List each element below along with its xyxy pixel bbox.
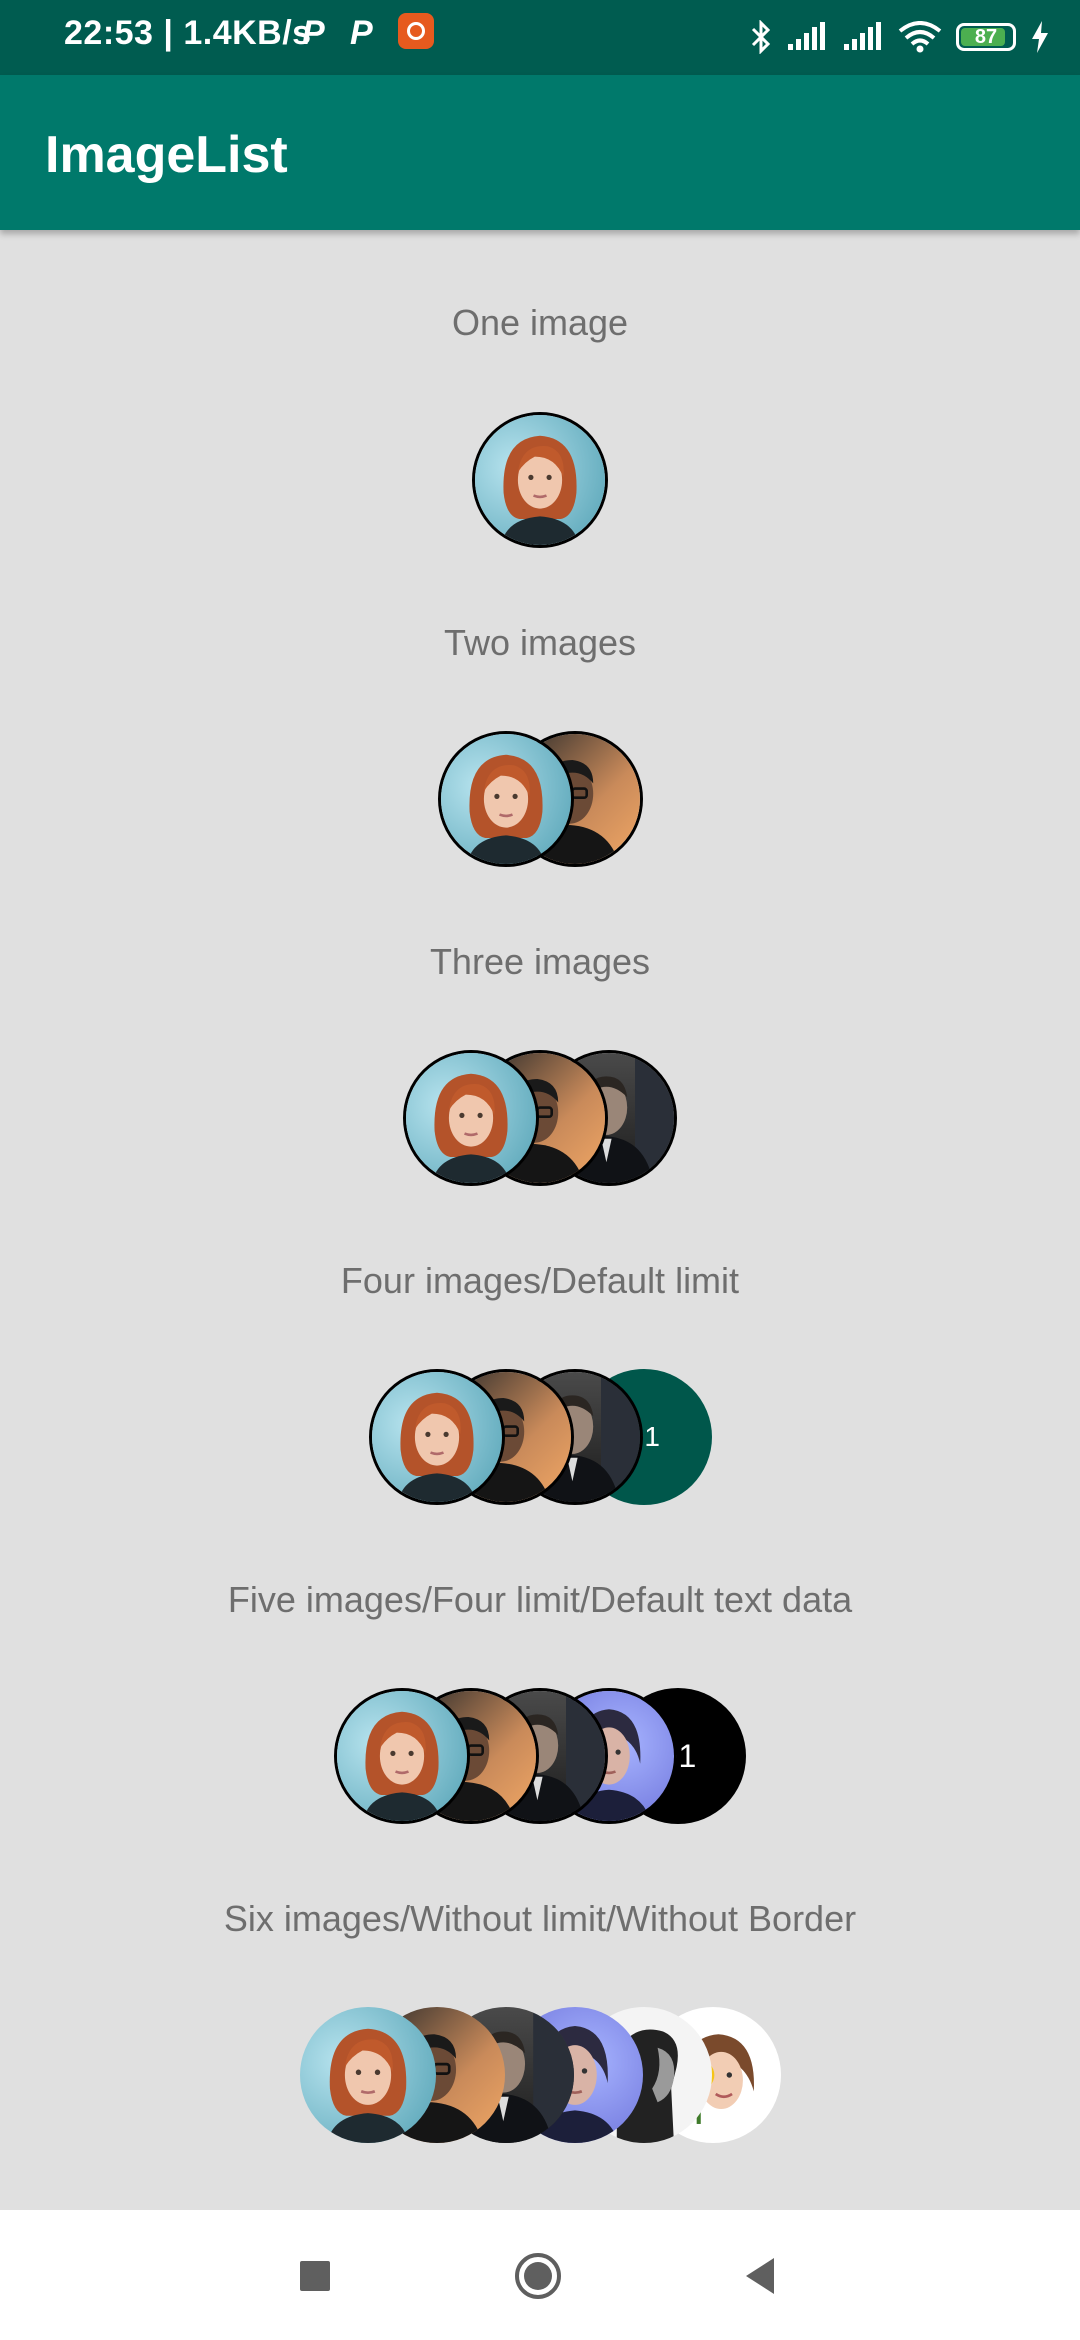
- parking-p-icon: P: [302, 14, 325, 52]
- avatar-redhead-woman: [369, 1369, 505, 1505]
- image-list-three: [0, 1050, 1080, 1190]
- section-label-five-images: Five images/Four limit/Default text data: [227, 1579, 853, 1620]
- navigation-bar: [0, 2210, 1080, 2340]
- section-label-three-images: Three images: [429, 941, 651, 982]
- battery-level: 87: [974, 25, 998, 48]
- image-list-two: [0, 731, 1080, 871]
- wifi-icon: [898, 21, 942, 53]
- home-circle-icon[interactable]: [514, 2252, 562, 2300]
- app-notification-icon: [398, 13, 434, 49]
- app-bar: ImageList: [0, 75, 1080, 230]
- section-label-four-images: Four images/Default limit: [340, 1260, 740, 1301]
- avatar-redhead-woman: [403, 1050, 539, 1186]
- section-label-one-image: One image: [451, 302, 629, 343]
- status-bar: 22:53 | 1.4KB/s P P 87: [0, 0, 1080, 75]
- battery-icon: 87: [956, 23, 1016, 51]
- image-list-six: [0, 2007, 1080, 2147]
- image-list-four: +1: [0, 1369, 1080, 1509]
- signal-icon: [788, 22, 825, 50]
- parking-p-icon: P: [350, 14, 373, 52]
- bluetooth-icon: [751, 20, 771, 54]
- signal-icon: [844, 22, 881, 50]
- section-label-six-images: Six images/Without limit/Without Border: [223, 1898, 857, 1939]
- status-time: 22:53 | 1.4KB/s: [64, 14, 312, 52]
- avatar-redhead-woman: [438, 731, 574, 867]
- recents-square-icon[interactable]: [291, 2252, 339, 2300]
- avatar-redhead-woman: [334, 1688, 470, 1824]
- avatar-redhead-woman: [300, 2007, 436, 2143]
- charging-bolt-icon: [1032, 21, 1048, 53]
- image-list-five: +1: [0, 1688, 1080, 1828]
- image-list-one: [0, 412, 1080, 552]
- back-triangle-icon[interactable]: [738, 2252, 786, 2300]
- section-label-two-images: Two images: [443, 622, 637, 663]
- avatar-redhead-woman: [472, 412, 608, 548]
- app-title: ImageList: [45, 126, 288, 184]
